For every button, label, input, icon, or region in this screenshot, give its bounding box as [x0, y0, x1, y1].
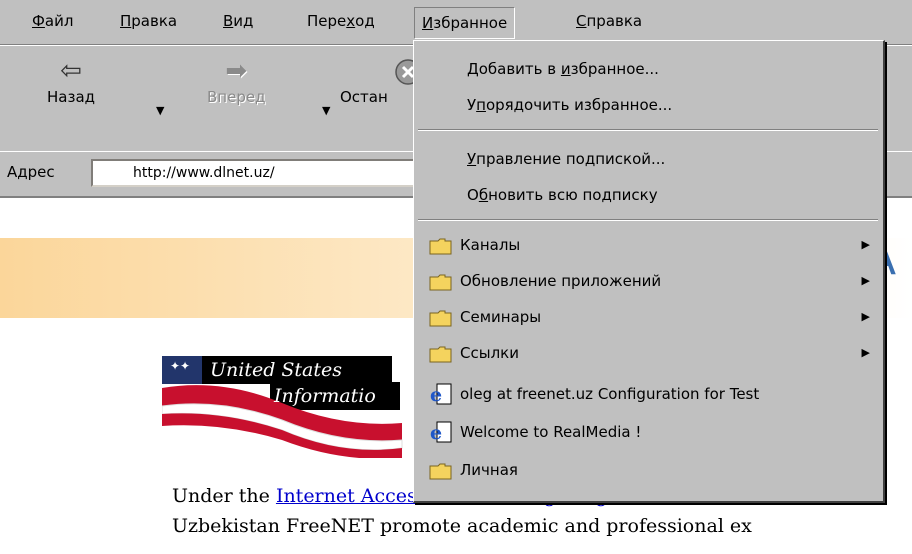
folder-icon — [429, 463, 452, 480]
forward-button[interactable]: ➡ Вперед — [207, 54, 265, 106]
menu-bar: Файл Правка Вид Переход Избранное Справк… — [0, 0, 912, 45]
submenu-arrow-icon: ▶ — [861, 238, 870, 251]
back-button[interactable]: ⇦ Назад — [47, 54, 95, 106]
menu-separator — [418, 129, 878, 131]
folder-icon — [429, 310, 452, 327]
logo-line-1: United States — [210, 359, 342, 381]
back-arrow-icon: ⇦ — [60, 56, 82, 86]
folder-icon — [429, 238, 452, 255]
svg-text:e: e — [430, 384, 442, 405]
stop-button[interactable]: Остан — [340, 54, 421, 106]
logo-line-2: Informatio — [273, 385, 376, 407]
add-to-favorites-item[interactable]: Добавить в избранное... — [414, 52, 880, 86]
organize-favorites-item[interactable]: Упорядочить избранное... — [414, 88, 880, 122]
usia-logo: ✦✦ United States Informatio — [162, 348, 403, 458]
manage-subscriptions-item[interactable]: Управление подпиской... — [414, 142, 880, 176]
folder-app-updates-item[interactable]: Обновление приложений ▶ — [414, 264, 880, 298]
update-all-subscriptions-item[interactable]: Обновить всю подписку — [414, 178, 880, 212]
menu-go[interactable]: Переход — [300, 6, 382, 36]
svg-text:✦✦: ✦✦ — [170, 359, 190, 373]
stop-icon — [340, 54, 421, 88]
favorite-link-realmedia[interactable]: e Welcome to RealMedia ! — [414, 415, 880, 449]
forward-history-dropdown-icon[interactable]: ▼ — [322, 104, 330, 117]
folder-channels-item[interactable]: Каналы ▶ — [414, 228, 880, 262]
menu-separator — [418, 219, 878, 221]
intro-line-2: Uzbekistan FreeNET promote academic and … — [172, 515, 752, 537]
menu-edit[interactable]: Правка — [113, 6, 184, 36]
folder-icon — [429, 346, 452, 363]
ie-page-icon: e — [430, 383, 452, 405]
menu-file[interactable]: Файл — [25, 6, 80, 36]
favorite-link-oleg[interactable]: e oleg at freenet.uz Configuration for T… — [414, 377, 880, 411]
folder-links-item[interactable]: Ссылки ▶ — [414, 336, 880, 370]
forward-arrow-icon: ➡ — [225, 56, 248, 86]
folder-personal-item[interactable]: Личная — [414, 453, 880, 487]
back-history-dropdown-icon[interactable]: ▼ — [156, 104, 164, 117]
address-label: Адрес — [7, 163, 55, 181]
menu-favorites[interactable]: Избранное — [414, 7, 516, 39]
submenu-arrow-icon: ▶ — [861, 310, 870, 323]
favorites-dropdown-menu: Добавить в избранное... Упорядочить избр… — [413, 40, 885, 503]
menu-help[interactable]: Справка — [569, 6, 649, 36]
svg-text:e: e — [430, 422, 442, 443]
address-input[interactable]: http://www.dlnet.uz/ — [91, 159, 421, 187]
folder-icon — [429, 274, 452, 291]
ie-page-icon: e — [430, 421, 452, 443]
submenu-arrow-icon: ▶ — [861, 346, 870, 359]
menu-view[interactable]: Вид — [216, 6, 260, 36]
submenu-arrow-icon: ▶ — [861, 274, 870, 287]
folder-seminars-item[interactable]: Семинары ▶ — [414, 300, 880, 334]
